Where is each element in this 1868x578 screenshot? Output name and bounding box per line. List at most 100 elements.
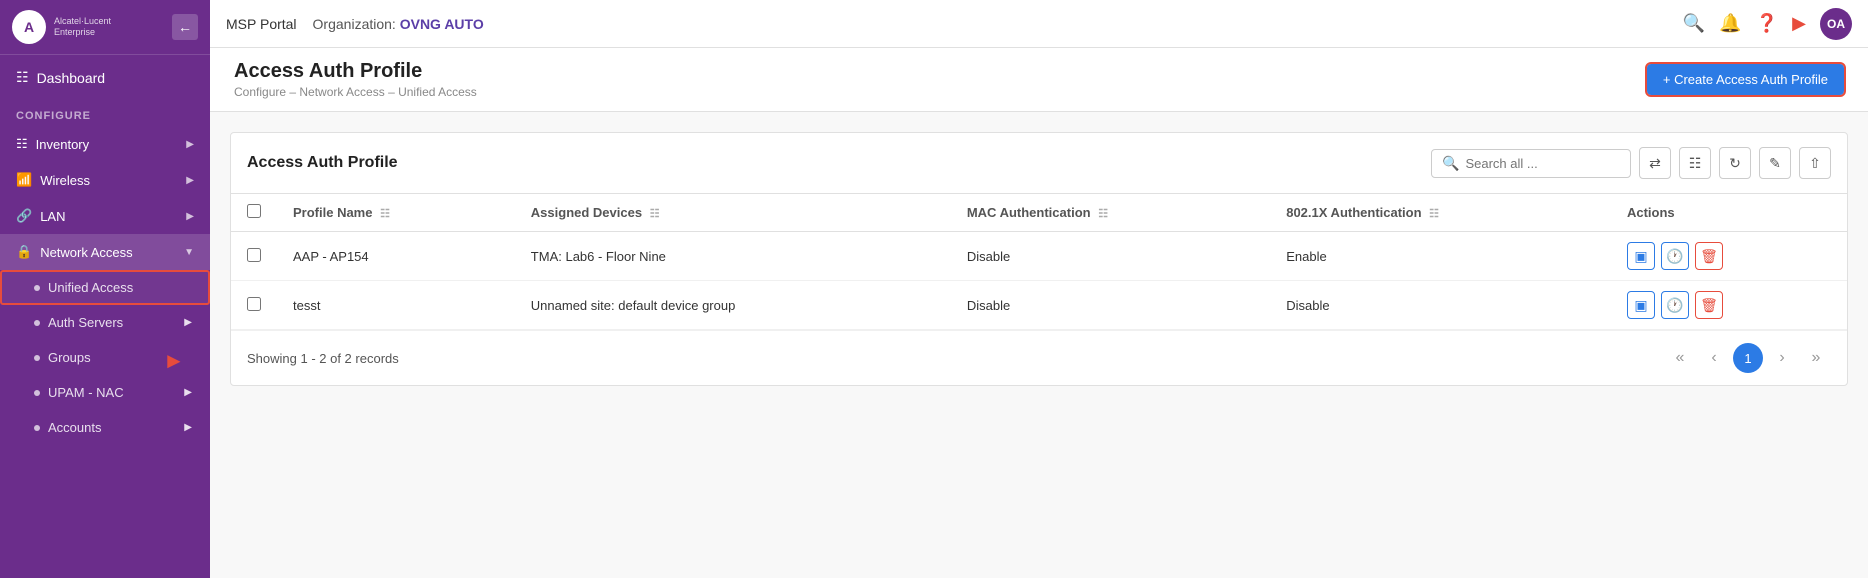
logo-icon: A <box>12 10 46 44</box>
sidebar-item-dashboard[interactable]: ☷ Dashboard <box>0 55 210 100</box>
first-page-button[interactable]: « <box>1665 343 1695 373</box>
sidebar-item-inventory[interactable]: ☷ Inventory ▶ <box>0 126 210 162</box>
wireless-label: Wireless <box>40 173 90 188</box>
content-area: Access Auth Profile 🔍 ⇄ ☷ ↻ ✎ ⇧ <box>210 112 1868 578</box>
lan-icon: 🔗 <box>16 208 32 224</box>
user-avatar[interactable]: OA <box>1820 8 1852 40</box>
network-access-chevron: ▼ <box>184 247 194 258</box>
select-all-checkbox[interactable] <box>247 204 261 218</box>
access-auth-profile-card: Access Auth Profile 🔍 ⇄ ☷ ↻ ✎ ⇧ <box>230 132 1848 386</box>
portal-label: MSP Portal <box>226 16 297 32</box>
row1-checkbox[interactable] <box>247 248 261 262</box>
row2-delete-button[interactable]: 🗑 <box>1695 291 1723 319</box>
mac-auth-filter-icon[interactable]: ☷ <box>1098 208 1108 220</box>
wireless-chevron: ▶ <box>186 175 194 186</box>
next-page-button[interactable]: › <box>1767 343 1797 373</box>
upam-nac-dot <box>34 390 40 396</box>
sidebar-logo: A Alcatel·Lucent Enterprise ← <box>0 0 210 55</box>
row2-checkbox[interactable] <box>247 297 261 311</box>
accounts-chevron: ▶ <box>184 422 192 433</box>
row1-expand-button[interactable]: ▣ <box>1627 242 1655 270</box>
topbar: MSP Portal Organization: OVNG AUTO 🔍 🔔 ❓… <box>210 0 1868 48</box>
header-checkbox-cell <box>231 194 277 232</box>
upload-button[interactable]: ⇧ <box>1799 147 1831 179</box>
page-1-button[interactable]: 1 <box>1733 343 1763 373</box>
filter-button[interactable]: ☷ <box>1679 147 1711 179</box>
search-box[interactable]: 🔍 <box>1431 149 1631 178</box>
table-row: tesst Unnamed site: default device group… <box>231 281 1847 330</box>
wireless-icon: 📶 <box>16 172 32 188</box>
topbar-right: 🔍 🔔 ❓ ▶ OA <box>1683 8 1852 40</box>
col-mac-auth-label: MAC Authentication <box>967 205 1091 220</box>
inventory-icon: ☷ <box>16 136 28 152</box>
card-title: Access Auth Profile <box>247 154 398 172</box>
search-icon: 🔍 <box>1442 155 1459 172</box>
row2-dot1x-auth: Disable <box>1270 281 1611 330</box>
brand-name: Alcatel·Lucent Enterprise <box>54 16 111 38</box>
dot1x-auth-filter-icon[interactable]: ☷ <box>1429 208 1439 220</box>
page-header-left: Access Auth Profile Configure – Network … <box>234 60 477 99</box>
network-access-icon: 🔒 <box>16 244 32 260</box>
help-icon[interactable]: ❓ <box>1756 13 1778 34</box>
col-dot1x-auth: 802.1X Authentication ☷ <box>1270 194 1611 232</box>
unified-access-dot <box>34 285 40 291</box>
lan-label: LAN <box>40 209 65 224</box>
col-assigned-devices-label: Assigned Devices <box>531 205 642 220</box>
row2-edit-button[interactable]: 🕐 <box>1661 291 1689 319</box>
row2-expand-button[interactable]: ▣ <box>1627 291 1655 319</box>
network-access-label: Network Access <box>40 245 132 260</box>
records-info: Showing 1 - 2 of 2 records <box>247 351 399 366</box>
col-actions: Actions <box>1611 194 1847 232</box>
sidebar-item-network-access[interactable]: 🔒 Network Access ▼ <box>0 234 210 270</box>
table-row: AAP - AP154 TMA: Lab6 - Floor Nine Disab… <box>231 232 1847 281</box>
auth-servers-dot <box>34 320 40 326</box>
row2-checkbox-cell <box>231 281 277 330</box>
submenu-arrow: ► <box>163 348 185 374</box>
sidebar-sub-item-auth-servers[interactable]: Auth Servers ▶ <box>0 305 210 340</box>
col-dot1x-auth-label: 802.1X Authentication <box>1286 205 1421 220</box>
prev-page-button[interactable]: ‹ <box>1699 343 1729 373</box>
row1-mac-auth: Disable <box>951 232 1270 281</box>
sidebar-item-lan[interactable]: 🔗 LAN ▶ <box>0 198 210 234</box>
accounts-label: Accounts <box>48 420 101 435</box>
sidebar-sub-item-upam-nac[interactable]: UPAM - NAC ▶ <box>0 375 210 410</box>
main-content: MSP Portal Organization: OVNG AUTO 🔍 🔔 ❓… <box>210 0 1868 578</box>
auth-servers-label: Auth Servers <box>48 315 123 330</box>
youtube-icon[interactable]: ▶ <box>1792 13 1806 34</box>
search-input[interactable] <box>1465 156 1620 171</box>
inventory-chevron: ▶ <box>186 139 194 150</box>
expand-columns-button[interactable]: ⇄ <box>1639 147 1671 179</box>
sidebar-sub-item-unified-access[interactable]: Unified Access <box>0 270 210 305</box>
row1-delete-button[interactable]: 🗑 <box>1695 242 1723 270</box>
groups-label: Groups <box>48 350 91 365</box>
org-name: OVNG AUTO <box>400 16 484 32</box>
edit-button[interactable]: ✎ <box>1759 147 1791 179</box>
lan-chevron: ▶ <box>186 211 194 222</box>
upam-nac-chevron: ▶ <box>184 387 192 398</box>
refresh-button[interactable]: ↻ <box>1719 147 1751 179</box>
configure-section-label: CONFIGURE <box>0 100 210 126</box>
sidebar-item-wireless[interactable]: 📶 Wireless ▶ <box>0 162 210 198</box>
dashboard-icon: ☷ <box>16 69 29 86</box>
row2-mac-auth: Disable <box>951 281 1270 330</box>
row2-assigned-devices: Unnamed site: default device group <box>515 281 951 330</box>
back-button[interactable]: ← <box>172 14 198 40</box>
sidebar-sub-item-accounts[interactable]: Accounts ▶ <box>0 410 210 445</box>
col-assigned-devices: Assigned Devices ☷ <box>515 194 951 232</box>
row2-actions: ▣ 🕐 🗑 <box>1611 281 1847 330</box>
card-actions: 🔍 ⇄ ☷ ↻ ✎ ⇧ <box>1431 147 1831 179</box>
pagination: « ‹ 1 › » <box>1665 343 1831 373</box>
breadcrumb: Configure – Network Access – Unified Acc… <box>234 85 477 99</box>
inventory-label: Inventory <box>36 137 89 152</box>
row1-edit-button[interactable]: 🕐 <box>1661 242 1689 270</box>
search-topbar-icon[interactable]: 🔍 <box>1683 13 1705 34</box>
upam-nac-label: UPAM - NAC <box>48 385 124 400</box>
last-page-button[interactable]: » <box>1801 343 1831 373</box>
row1-dot1x-auth: Enable <box>1270 232 1611 281</box>
profile-name-filter-icon[interactable]: ☷ <box>380 208 390 220</box>
dashboard-label: Dashboard <box>37 70 106 86</box>
notifications-icon[interactable]: 🔔 <box>1719 13 1741 34</box>
assigned-devices-filter-icon[interactable]: ☷ <box>650 208 660 220</box>
accounts-dot <box>34 425 40 431</box>
create-access-auth-profile-button[interactable]: + Create Access Auth Profile <box>1647 64 1844 95</box>
